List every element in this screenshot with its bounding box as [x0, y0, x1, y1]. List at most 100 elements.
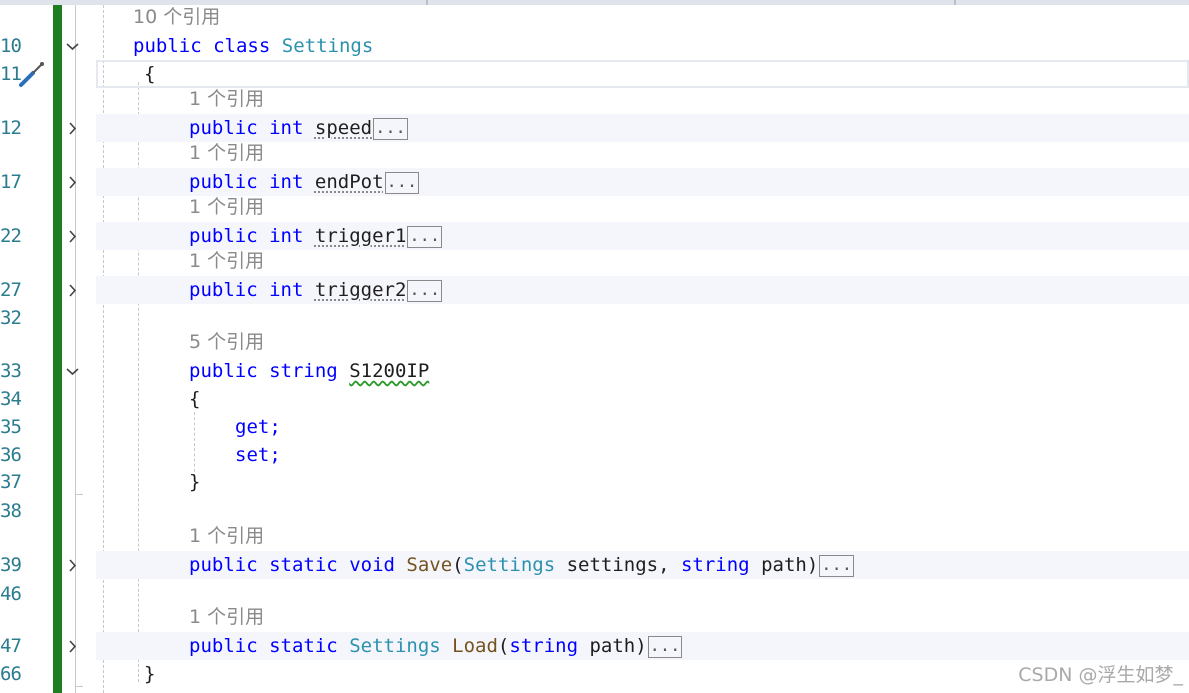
chevron-right-icon[interactable] — [66, 640, 79, 653]
reference-count-hint[interactable]: 10 个引用 — [133, 5, 220, 29]
line-number: 46 — [0, 583, 22, 605]
line-number: 12 — [0, 117, 22, 139]
paren: ) — [635, 635, 647, 657]
code-line[interactable]: 66 } — [0, 660, 1189, 688]
property-name: endPot — [314, 171, 384, 193]
keyword: string — [509, 635, 579, 657]
chevron-down-icon[interactable] — [66, 40, 79, 53]
line-number: 35 — [0, 416, 22, 438]
code-line[interactable]: 34 { — [0, 385, 1189, 413]
open-brace: { — [144, 63, 156, 85]
line-number: 27 — [0, 279, 22, 301]
close-brace: } — [144, 663, 156, 685]
chevron-right-icon[interactable] — [66, 284, 79, 297]
keyword: public — [189, 171, 258, 193]
code-line[interactable]: 32 — [0, 304, 1189, 332]
keyword: public — [189, 279, 258, 301]
close-brace: } — [189, 471, 201, 493]
keyword: int — [269, 171, 304, 193]
keyword: int — [269, 117, 304, 139]
code-line[interactable]: 37 } — [0, 468, 1189, 496]
code-line[interactable]: 33 public string S1200IP — [0, 357, 1189, 385]
property-name: trigger2 — [314, 279, 407, 301]
line-number: 33 — [0, 360, 22, 382]
code-line[interactable]: 22 public int trigger1... — [0, 222, 1189, 250]
top-border-splitter — [426, 0, 428, 5]
method-name: Load — [452, 635, 498, 657]
watermark: CSDN @浮生如梦_ — [1018, 664, 1183, 686]
keyword: public — [189, 117, 258, 139]
collapsed-region-button[interactable]: ... — [407, 225, 443, 248]
line-number: 38 — [0, 500, 22, 522]
chevron-right-icon[interactable] — [66, 176, 79, 189]
paren: ) — [806, 554, 819, 576]
line-number: 36 — [0, 444, 22, 466]
keyword: public — [189, 635, 258, 657]
code-line[interactable]: 46 — [0, 580, 1189, 608]
reference-count-hint[interactable]: 1 个引用 — [189, 249, 264, 273]
code-line[interactable]: 36 set; — [0, 441, 1189, 469]
property-name: trigger1 — [314, 225, 407, 247]
line-number: 37 — [0, 471, 22, 493]
collapsed-region-button[interactable]: ... — [407, 279, 443, 302]
line-number: 17 — [0, 171, 22, 193]
collapsed-region-button[interactable]: ... — [647, 635, 683, 658]
keyword: static — [269, 635, 338, 657]
line-number: 47 — [0, 635, 22, 657]
keyword: static — [269, 554, 338, 576]
keyword: class — [213, 35, 271, 57]
collapsed-region-button[interactable]: ... — [819, 554, 854, 577]
chevron-right-icon[interactable] — [66, 559, 79, 572]
paren: ( — [497, 635, 510, 657]
code-line[interactable]: 17 public int endPot... — [0, 168, 1189, 196]
open-brace: { — [189, 388, 201, 410]
keyword: string — [680, 554, 750, 576]
collapsed-region-button[interactable]: ... — [373, 117, 408, 140]
line-number: 32 — [0, 307, 22, 329]
keyword: int — [269, 225, 304, 247]
code-line[interactable]: 10 public class Settings — [0, 32, 1189, 60]
class-name: Settings — [281, 35, 374, 57]
keyword: void — [349, 554, 395, 576]
keyword: string — [269, 360, 338, 382]
accessor-get: get; — [235, 416, 281, 438]
chevron-right-icon[interactable] — [66, 230, 79, 243]
reference-count-hint[interactable]: 1 个引用 — [189, 141, 264, 165]
accessor-set: set; — [235, 444, 281, 466]
parameter: path — [749, 554, 807, 576]
code-line[interactable]: 35 get; — [0, 413, 1189, 441]
line-number: 34 — [0, 388, 22, 410]
screwdriver-icon[interactable] — [18, 60, 46, 88]
keyword: public — [133, 35, 202, 57]
parameter: path — [578, 635, 636, 657]
code-line[interactable]: 47 public static Settings Load(string pa… — [0, 632, 1189, 660]
chevron-right-icon[interactable] — [66, 122, 79, 135]
keyword: public — [189, 554, 258, 576]
code-line-current[interactable]: 11 { — [0, 60, 1189, 88]
reference-count-hint[interactable]: 1 个引用 — [189, 87, 264, 111]
top-border-splitter — [954, 0, 956, 5]
line-number: 11 — [0, 63, 22, 85]
line-number: 10 — [0, 35, 22, 57]
type-name: Settings — [463, 554, 556, 576]
keyword: int — [269, 279, 304, 301]
type-name: Settings — [349, 635, 441, 657]
property-name: S1200IP — [349, 360, 430, 382]
method-name: Save — [406, 554, 453, 576]
line-number: 39 — [0, 554, 22, 576]
code-line[interactable]: 27 public int trigger2... — [0, 276, 1189, 304]
keyword: public — [189, 225, 258, 247]
reference-count-hint[interactable]: 1 个引用 — [189, 524, 264, 548]
code-line[interactable]: 38 — [0, 497, 1189, 525]
reference-count-hint[interactable]: 5 个引用 — [189, 330, 264, 354]
parameter: settings, — [555, 554, 681, 576]
property-name: speed — [314, 117, 373, 139]
collapsed-region-button[interactable]: ... — [384, 171, 420, 194]
reference-count-hint[interactable]: 1 个引用 — [189, 195, 264, 219]
reference-count-hint[interactable]: 1 个引用 — [189, 605, 264, 629]
paren: ( — [452, 554, 464, 576]
line-number: 22 — [0, 225, 22, 247]
code-line[interactable]: 12 public int speed... — [0, 114, 1189, 142]
chevron-down-icon[interactable] — [66, 365, 79, 378]
code-line[interactable]: 39 public static void Save(Settings sett… — [0, 551, 1189, 579]
